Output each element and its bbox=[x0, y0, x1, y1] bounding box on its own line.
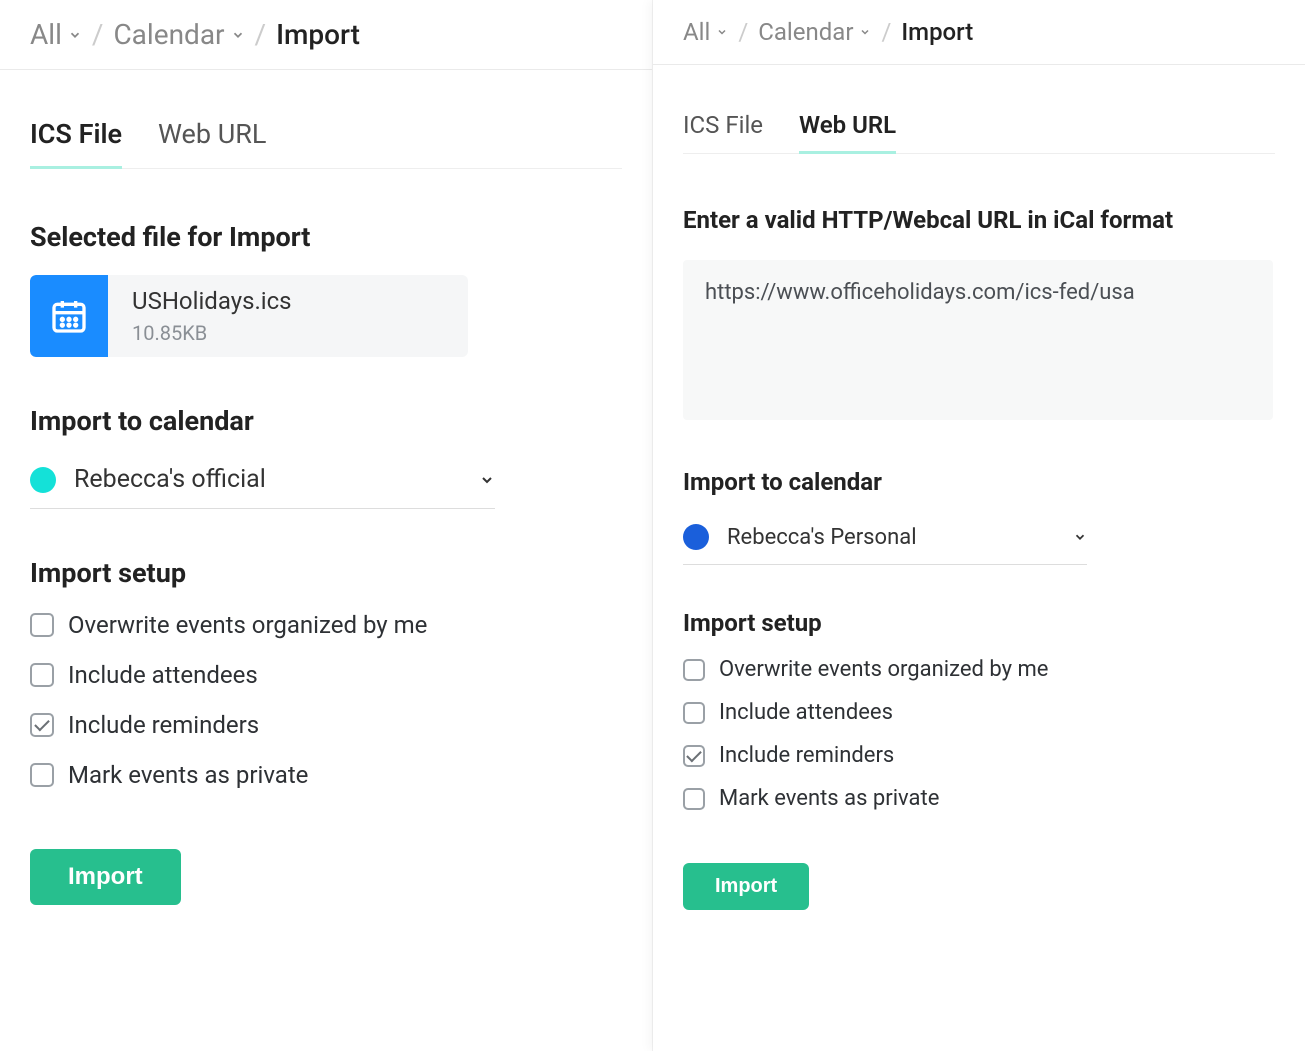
tabs: ICS File Web URL bbox=[30, 118, 622, 169]
option-label: Include attendees bbox=[719, 700, 893, 725]
option-attendees[interactable]: Include attendees bbox=[683, 700, 1275, 725]
tabs: ICS File Web URL bbox=[683, 111, 1275, 154]
option-label: Mark events as private bbox=[719, 786, 939, 811]
option-overwrite[interactable]: Overwrite events organized by me bbox=[30, 611, 622, 639]
breadcrumb: All / Calendar / Import bbox=[653, 18, 1305, 65]
option-reminders[interactable]: Include reminders bbox=[683, 743, 1275, 768]
file-name: USHolidays.ics bbox=[132, 287, 292, 315]
breadcrumb-root-label: All bbox=[30, 18, 62, 51]
chevron-down-icon bbox=[859, 26, 871, 38]
checkbox-unchecked-icon bbox=[683, 702, 705, 724]
checkbox-unchecked-icon bbox=[683, 659, 705, 681]
breadcrumb-separator: / bbox=[92, 18, 104, 51]
import-to-heading: Import to calendar bbox=[30, 405, 622, 437]
breadcrumb: All / Calendar / Import bbox=[0, 18, 652, 70]
file-size: 10.85KB bbox=[132, 321, 292, 345]
tab-web-url[interactable]: Web URL bbox=[799, 111, 896, 153]
calendar-color-dot bbox=[683, 524, 709, 550]
checkbox-checked-icon bbox=[683, 745, 705, 767]
chevron-down-icon bbox=[716, 26, 728, 38]
selected-file-card[interactable]: USHolidays.ics 10.85KB bbox=[30, 275, 468, 357]
import-setup-heading: Import setup bbox=[683, 609, 1275, 637]
tab-ics-file[interactable]: ICS File bbox=[30, 118, 122, 168]
option-attendees[interactable]: Include attendees bbox=[30, 661, 622, 689]
option-private[interactable]: Mark events as private bbox=[30, 761, 622, 789]
breadcrumb-root[interactable]: All bbox=[30, 18, 82, 51]
panel-web-url: All / Calendar / Import ICS File Web URL… bbox=[653, 0, 1305, 1051]
import-button[interactable]: Import bbox=[683, 863, 809, 910]
breadcrumb-root-label: All bbox=[683, 18, 710, 46]
option-label: Overwrite events organized by me bbox=[719, 657, 1048, 682]
breadcrumb-separator: / bbox=[255, 18, 267, 51]
calendar-name: Rebecca's official bbox=[74, 465, 461, 494]
import-setup-options: Overwrite events organized by me Include… bbox=[30, 611, 622, 789]
tab-ics-file[interactable]: ICS File bbox=[683, 111, 763, 153]
checkbox-unchecked-icon bbox=[30, 663, 54, 687]
checkbox-checked-icon bbox=[30, 713, 54, 737]
chevron-down-icon bbox=[68, 28, 82, 42]
file-meta: USHolidays.ics 10.85KB bbox=[132, 287, 312, 345]
checkbox-unchecked-icon bbox=[30, 763, 54, 787]
chevron-down-icon bbox=[1073, 530, 1087, 544]
breadcrumb-separator: / bbox=[881, 18, 891, 46]
breadcrumb-mid[interactable]: Calendar bbox=[113, 18, 244, 51]
breadcrumb-root[interactable]: All bbox=[683, 18, 728, 46]
url-heading: Enter a valid HTTP/Webcal URL in iCal fo… bbox=[683, 206, 1275, 234]
option-label: Include attendees bbox=[68, 661, 258, 689]
breadcrumb-current: Import bbox=[901, 18, 973, 46]
import-setup-heading: Import setup bbox=[30, 557, 622, 589]
tab-web-url[interactable]: Web URL bbox=[158, 118, 266, 168]
chevron-down-icon bbox=[231, 28, 245, 42]
calendar-file-icon bbox=[30, 275, 108, 357]
breadcrumb-mid[interactable]: Calendar bbox=[758, 18, 871, 46]
breadcrumb-separator: / bbox=[738, 18, 748, 46]
option-private[interactable]: Mark events as private bbox=[683, 786, 1275, 811]
option-label: Include reminders bbox=[719, 743, 894, 768]
option-label: Mark events as private bbox=[68, 761, 308, 789]
calendar-select[interactable]: Rebecca's official bbox=[30, 465, 495, 509]
calendar-select[interactable]: Rebecca's Personal bbox=[683, 524, 1087, 565]
option-label: Overwrite events organized by me bbox=[68, 611, 427, 639]
import-setup-options: Overwrite events organized by me Include… bbox=[683, 657, 1275, 811]
option-reminders[interactable]: Include reminders bbox=[30, 711, 622, 739]
breadcrumb-mid-label: Calendar bbox=[758, 18, 853, 46]
import-button[interactable]: Import bbox=[30, 849, 181, 905]
chevron-down-icon bbox=[479, 472, 495, 488]
checkbox-unchecked-icon bbox=[30, 613, 54, 637]
url-input[interactable] bbox=[683, 260, 1273, 420]
panel-ics-file: All / Calendar / Import ICS File Web URL… bbox=[0, 0, 653, 1051]
calendar-name: Rebecca's Personal bbox=[727, 525, 1055, 550]
selected-file-heading: Selected file for Import bbox=[30, 221, 622, 253]
breadcrumb-current: Import bbox=[276, 18, 360, 51]
option-label: Include reminders bbox=[68, 711, 259, 739]
option-overwrite[interactable]: Overwrite events organized by me bbox=[683, 657, 1275, 682]
import-to-heading: Import to calendar bbox=[683, 468, 1275, 496]
breadcrumb-mid-label: Calendar bbox=[113, 18, 224, 51]
checkbox-unchecked-icon bbox=[683, 788, 705, 810]
calendar-color-dot bbox=[30, 467, 56, 493]
